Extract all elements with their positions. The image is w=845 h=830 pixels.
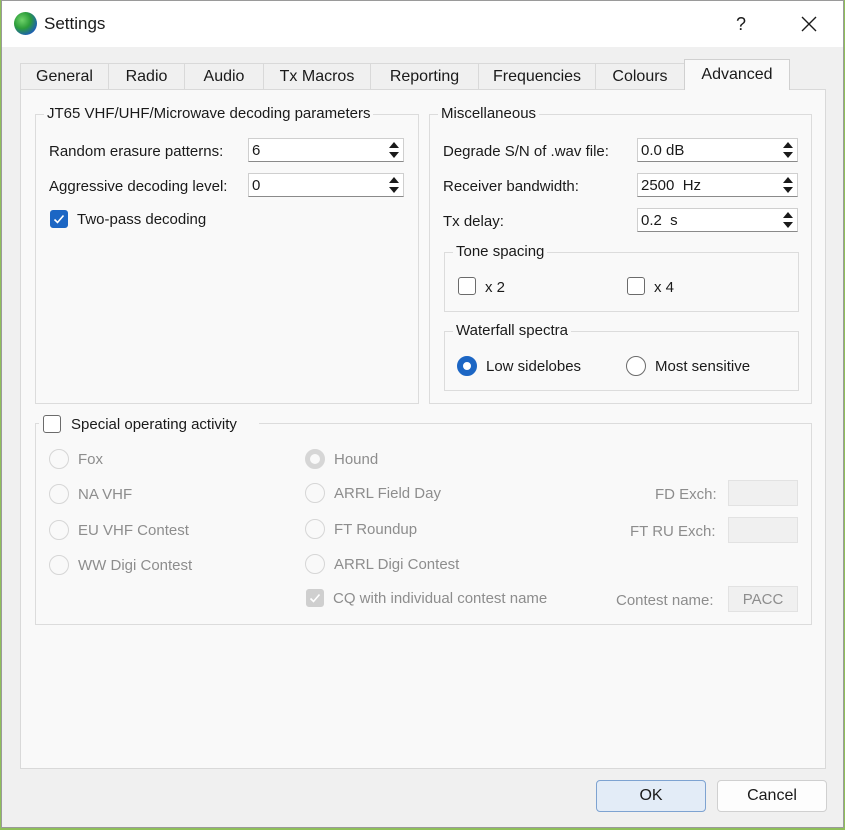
spin-up-icon[interactable] [780, 140, 796, 150]
ww-digi-radio[interactable] [49, 555, 69, 575]
contest-name-label: Contest name: [616, 592, 714, 609]
txdelay-label: Tx delay: [443, 213, 504, 230]
ft-ru-exch-label: FT RU Exch: [630, 523, 716, 540]
ww-digi-label: WW Digi Contest [78, 557, 193, 574]
txdelay-value: 0.2 s [641, 212, 678, 229]
special-activity-label: Special operating activity [71, 416, 237, 433]
tone-x4-label: x 4 [654, 279, 675, 296]
title-bar: Settings ? [2, 1, 843, 47]
tone-x4-checkbox[interactable] [627, 277, 645, 295]
bandwidth-value: 2500 Hz [641, 177, 702, 194]
spin-down-icon[interactable] [780, 220, 796, 230]
ft-roundup-radio[interactable] [305, 519, 325, 539]
tab-reporting[interactable]: Reporting [370, 63, 479, 89]
arrl-digi-label: ARRL Digi Contest [334, 556, 460, 573]
tone-spacing-group: Tone spacing x 2 x 4 [444, 243, 799, 312]
spin-up-icon[interactable] [386, 140, 402, 150]
waterfall-title: Waterfall spectra [453, 322, 571, 339]
low-sidelobes-radio[interactable] [457, 356, 477, 376]
jt65-group: JT65 VHF/UHF/Microwave decoding paramete… [35, 105, 419, 404]
na-vhf-radio[interactable] [49, 484, 69, 504]
spin-up-icon[interactable] [386, 175, 402, 185]
eu-vhf-label: EU VHF Contest [78, 522, 189, 539]
tab-frequencies[interactable]: Frequencies [478, 63, 596, 89]
settings-dialog: Settings ? General Radio Audio Tx Macros… [1, 0, 844, 828]
checkmark-icon [53, 214, 65, 224]
contest-name-value: PACC [742, 590, 784, 608]
waterfall-group: Waterfall spectra Low sidelobes Most sen… [444, 322, 799, 391]
arrl-field-day-radio[interactable] [305, 483, 325, 503]
tone-x2-label: x 2 [485, 279, 506, 296]
cancel-button[interactable]: Cancel [717, 780, 827, 812]
random-erasure-spinbox[interactable]: 6 [248, 138, 404, 162]
arrl-field-day-label: ARRL Field Day [334, 485, 441, 502]
random-erasure-value: 6 [252, 142, 261, 159]
spin-up-icon[interactable] [780, 210, 796, 220]
degrade-label: Degrade S/N of .wav file: [443, 143, 609, 160]
tab-tx-macros[interactable]: Tx Macros [263, 63, 371, 89]
window-title: Settings [44, 14, 106, 33]
close-button[interactable] [786, 1, 832, 47]
contest-name-field[interactable]: PACC [728, 586, 798, 612]
na-vhf-label: NA VHF [78, 486, 133, 503]
two-pass-label: Two-pass decoding [77, 211, 207, 228]
close-icon [801, 16, 817, 32]
hound-label: Hound [334, 451, 379, 468]
fox-radio[interactable] [49, 449, 69, 469]
spin-down-icon[interactable] [386, 185, 402, 195]
txdelay-spinbox[interactable]: 0.2 s [637, 208, 798, 232]
fd-exch-field[interactable] [728, 480, 798, 506]
tab-colours[interactable]: Colours [595, 63, 685, 89]
tone-spacing-title: Tone spacing [453, 243, 548, 260]
tab-content-advanced: JT65 VHF/UHF/Microwave decoding paramete… [20, 89, 826, 769]
tab-advanced[interactable]: Advanced [684, 59, 790, 90]
aggressive-label: Aggressive decoding level: [49, 178, 228, 195]
cq-contest-checkbox[interactable] [306, 589, 324, 607]
checkmark-icon [309, 593, 321, 603]
ft-roundup-label: FT Roundup [334, 521, 418, 538]
bandwidth-label: Receiver bandwidth: [443, 178, 579, 195]
tab-audio[interactable]: Audio [184, 63, 264, 89]
spin-down-icon[interactable] [780, 150, 796, 160]
misc-group: Miscellaneous Degrade S/N of .wav file: … [429, 105, 812, 404]
most-sensitive-radio[interactable] [626, 356, 646, 376]
low-sidelobes-label: Low sidelobes [486, 358, 582, 375]
aggressive-value: 0 [252, 177, 261, 194]
misc-group-title: Miscellaneous [438, 105, 540, 122]
aggressive-spinbox[interactable]: 0 [248, 173, 404, 197]
app-globe-icon [14, 12, 37, 35]
ok-button[interactable]: OK [596, 780, 706, 812]
fd-exch-label: FD Exch: [655, 486, 717, 503]
tab-radio[interactable]: Radio [108, 63, 185, 89]
arrl-digi-radio[interactable] [305, 554, 325, 574]
bandwidth-spinbox[interactable]: 2500 Hz [637, 173, 798, 197]
tone-x2-checkbox[interactable] [458, 277, 476, 295]
hound-radio[interactable] [305, 449, 325, 469]
special-activity-group: Special operating activity Fox NA VHF EU… [35, 414, 812, 625]
ft-ru-exch-field[interactable] [728, 517, 798, 543]
two-pass-checkbox[interactable] [50, 210, 68, 228]
tab-general[interactable]: General [20, 63, 109, 89]
special-activity-checkbox[interactable] [43, 415, 61, 433]
jt65-group-title: JT65 VHF/UHF/Microwave decoding paramete… [44, 105, 374, 122]
fox-label: Fox [78, 451, 104, 468]
spin-down-icon[interactable] [780, 185, 796, 195]
eu-vhf-radio[interactable] [49, 520, 69, 540]
spin-down-icon[interactable] [386, 150, 402, 160]
degrade-value: 0.0 dB [641, 142, 685, 159]
spin-up-icon[interactable] [780, 175, 796, 185]
cq-contest-label: CQ with individual contest name [333, 590, 548, 607]
random-erasure-label: Random erasure patterns: [49, 143, 224, 160]
degrade-spinbox[interactable]: 0.0 dB [637, 138, 798, 162]
most-sensitive-label: Most sensitive [655, 358, 751, 375]
help-button[interactable]: ? [718, 1, 764, 47]
